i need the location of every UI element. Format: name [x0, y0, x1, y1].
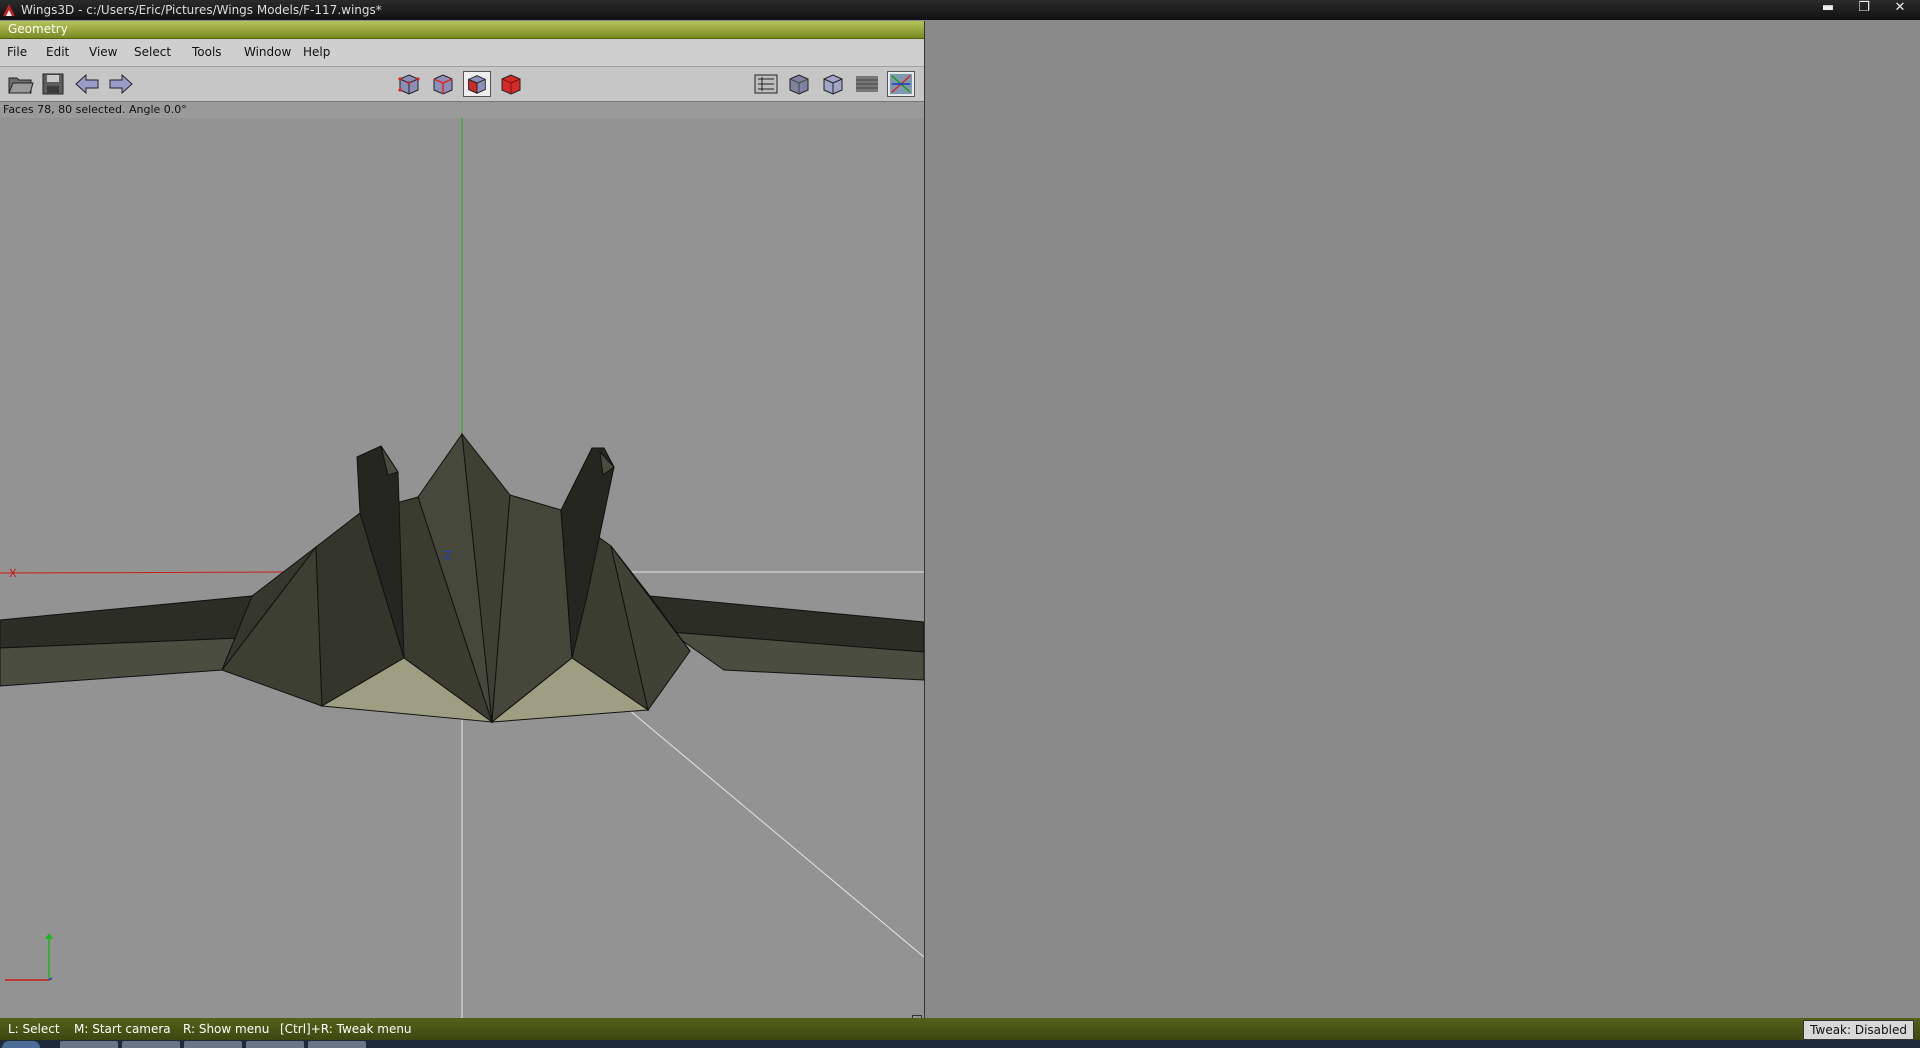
os-taskbar	[0, 1040, 1920, 1048]
undo-arrow-icon[interactable]	[73, 71, 101, 97]
minimize-button[interactable]: ▬	[1810, 0, 1846, 18]
selection-info-bar: Faces 78, 80 selected. Angle 0.0°	[0, 102, 924, 118]
hint-left-select: L: Select	[8, 1022, 60, 1036]
menubar: File Edit View Select Tools Window Help	[0, 39, 924, 67]
edge-mode-icon[interactable]	[429, 71, 457, 97]
taskbar-item[interactable]	[60, 1041, 118, 1048]
face-mode-icon[interactable]	[463, 71, 491, 97]
menu-tools[interactable]: Tools	[192, 45, 222, 59]
vertex-mode-icon[interactable]	[395, 71, 423, 97]
gizmo-y-arrow	[45, 933, 53, 939]
wings3d-app-icon	[3, 4, 15, 16]
flat-shade-icon[interactable]	[819, 71, 847, 97]
menu-select[interactable]: Select	[134, 45, 171, 59]
geometry-window: Geometry File Edit View Select Tools Win…	[0, 21, 925, 1027]
maximize-button[interactable]: ❐	[1846, 0, 1882, 18]
app-titlebar: Wings3D - c:/Users/Eric/Pictures/Wings M…	[0, 0, 1920, 20]
toolbar	[0, 67, 924, 102]
close-button[interactable]: ✕	[1882, 0, 1918, 18]
taskbar-item[interactable]	[308, 1041, 366, 1048]
3d-viewport[interactable]: X Z	[0, 118, 924, 1027]
x-axis-label: X	[9, 567, 17, 580]
menu-view[interactable]: View	[89, 45, 117, 59]
taskbar-item[interactable]	[122, 1041, 180, 1048]
axes-toggle-icon[interactable]	[887, 71, 915, 97]
smooth-shade-icon[interactable]	[785, 71, 813, 97]
viewport-scene: X Z	[0, 118, 924, 1027]
menu-edit[interactable]: Edit	[46, 45, 69, 59]
window-title: Wings3D - c:/Users/Eric/Pictures/Wings M…	[21, 3, 382, 17]
z-axis-label: Z	[444, 549, 452, 562]
hint-middle-camera: M: Start camera	[74, 1022, 171, 1036]
geometry-window-title: Geometry	[8, 22, 68, 36]
open-file-icon[interactable]	[6, 71, 34, 97]
x-axis-positive	[0, 571, 301, 574]
object-mode-icon[interactable]	[497, 71, 525, 97]
hint-right-menu: R: Show menu	[183, 1022, 270, 1036]
selection-info-text: Faces 78, 80 selected. Angle 0.0°	[3, 103, 187, 116]
tweak-status-badge[interactable]: Tweak: Disabled	[1803, 1020, 1914, 1040]
taskbar-item[interactable]	[246, 1041, 304, 1048]
status-bar: L: Select M: Start camera R: Show menu […	[0, 1018, 1920, 1040]
wireframe-toggle-icon[interactable]	[752, 71, 780, 97]
menu-file[interactable]: File	[7, 45, 27, 59]
menu-help[interactable]: Help	[303, 45, 330, 59]
empty-workspace	[925, 21, 1920, 1027]
redo-arrow-icon[interactable]	[107, 71, 135, 97]
hint-tweak-menu: [Ctrl]+R: Tweak menu	[280, 1022, 412, 1036]
taskbar-item[interactable]	[184, 1041, 242, 1048]
groundplane-icon[interactable]	[853, 71, 881, 97]
menu-window[interactable]: Window	[244, 45, 291, 59]
start-button[interactable]	[2, 1041, 40, 1048]
save-file-icon[interactable]	[39, 71, 67, 97]
geometry-window-titlebar[interactable]: Geometry	[0, 21, 924, 39]
